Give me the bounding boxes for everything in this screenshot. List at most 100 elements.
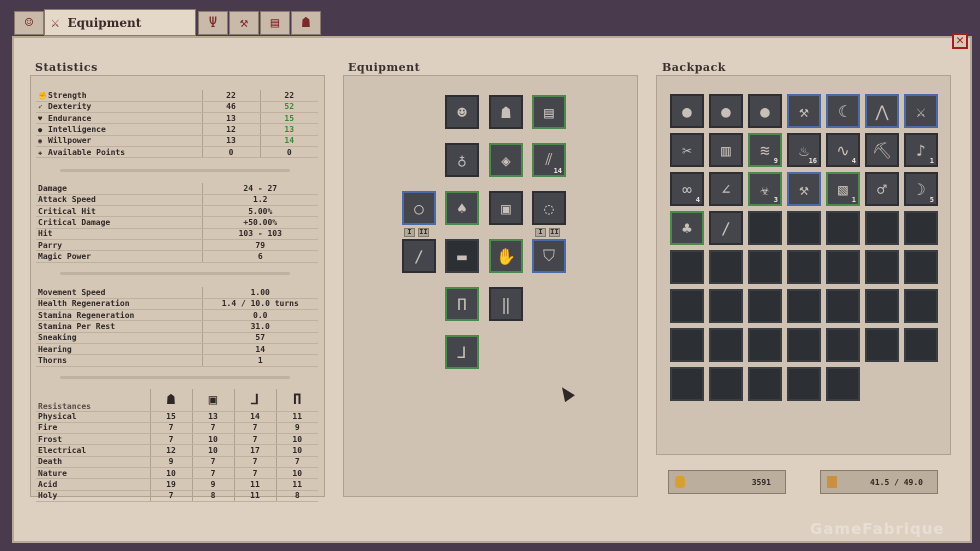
- backpack-item[interactable]: ⛏: [865, 133, 899, 167]
- backpack-item[interactable]: ⚔: [904, 94, 938, 128]
- backpack-item[interactable]: ≋ 9: [748, 133, 782, 167]
- slot-main-hand[interactable]: ∕: [402, 239, 436, 273]
- item-icon: ▥: [721, 140, 731, 160]
- slot-legs[interactable]: Π: [445, 287, 479, 321]
- backpack-item[interactable]: ☽ 5: [904, 172, 938, 206]
- backpack-item[interactable]: ●: [709, 94, 743, 128]
- tab-party[interactable]: ☗: [291, 11, 321, 35]
- backpack-item[interactable]: ∞ 4: [670, 172, 704, 206]
- backpack-slot-empty[interactable]: [670, 367, 704, 401]
- close-button[interactable]: ✕: [952, 33, 968, 49]
- backpack-slot-empty[interactable]: [787, 289, 821, 323]
- slot-amulet[interactable]: ♁: [445, 143, 479, 177]
- item-icon: ▬: [457, 246, 467, 266]
- backpack-slot-empty[interactable]: [826, 250, 860, 284]
- backpack-slot-empty[interactable]: [904, 289, 938, 323]
- backpack-slot-empty[interactable]: [826, 289, 860, 323]
- backpack-item[interactable]: ▥: [709, 133, 743, 167]
- backpack-item[interactable]: ⋀: [865, 94, 899, 128]
- item-icon: ♂: [877, 179, 887, 199]
- weapon-set-toggle[interactable]: I: [535, 228, 546, 237]
- backpack-slot-empty[interactable]: [748, 328, 782, 362]
- backpack-slot-empty[interactable]: [865, 250, 899, 284]
- backpack-slot-empty[interactable]: [904, 328, 938, 362]
- backpack-item[interactable]: ●: [670, 94, 704, 128]
- slot-boots[interactable]: ⅃: [445, 335, 479, 369]
- tab-character[interactable]: ☺: [14, 11, 44, 35]
- backpack-item[interactable]: ♨ 16: [787, 133, 821, 167]
- backpack-slot-empty[interactable]: [904, 211, 938, 245]
- backpack-slot-empty[interactable]: [787, 211, 821, 245]
- misc-stats-table: Movement Speed 1.00 Health Regeneration 1.4…: [36, 287, 318, 367]
- backpack-slot-empty[interactable]: [709, 250, 743, 284]
- tab-journal[interactable]: ▤: [260, 11, 290, 35]
- backpack-slot-empty[interactable]: [670, 289, 704, 323]
- slot-belt[interactable]: ▬: [445, 239, 479, 273]
- stat-row: Critical Damage +50.00%: [36, 216, 318, 229]
- backpack-slot-empty[interactable]: [709, 367, 743, 401]
- backpack-item[interactable]: ∠: [709, 172, 743, 206]
- slot-mask[interactable]: ☻: [445, 95, 479, 129]
- backpack-slot-empty[interactable]: [709, 328, 743, 362]
- slot-bracers[interactable]: ‖: [489, 287, 523, 321]
- backpack-slot-empty[interactable]: [787, 367, 821, 401]
- backpack-item[interactable]: ●: [748, 94, 782, 128]
- backpack-slot-empty[interactable]: [826, 328, 860, 362]
- slot-ring-right[interactable]: ◌: [532, 191, 566, 225]
- backpack-item[interactable]: ☣ 3: [748, 172, 782, 206]
- tab-equipment[interactable]: ⚔ Equipment: [44, 9, 196, 36]
- attribute-label: Dexterity: [48, 102, 92, 112]
- tab-skills[interactable]: Ψ: [198, 11, 228, 35]
- stat-value: 103 - 103: [201, 228, 318, 240]
- item-icon: ●: [721, 101, 731, 121]
- attribute-icon: ●: [38, 126, 43, 135]
- slot-chest[interactable]: ▣: [489, 191, 523, 225]
- slot-arrows[interactable]: ⫽ 14: [532, 143, 566, 177]
- weapon-set-toggle[interactable]: II: [418, 228, 429, 237]
- attribute-icon: ➶: [38, 103, 43, 112]
- backpack-slot-empty[interactable]: [709, 289, 743, 323]
- backpack-item[interactable]: ∕: [709, 211, 743, 245]
- backpack-slot-empty[interactable]: [826, 211, 860, 245]
- backpack-item[interactable]: ∿ 4: [826, 133, 860, 167]
- slot-bag[interactable]: ▤: [532, 95, 566, 129]
- backpack-slot-empty[interactable]: [748, 211, 782, 245]
- item-count: 1: [929, 157, 934, 165]
- backpack-slot-empty[interactable]: [748, 367, 782, 401]
- backpack-slot-empty[interactable]: [748, 289, 782, 323]
- backpack-item[interactable]: ☾: [826, 94, 860, 128]
- backpack-item[interactable]: ⚒: [787, 172, 821, 206]
- stat-row: Movement Speed 1.00: [36, 287, 318, 299]
- backpack-item[interactable]: ♣: [670, 211, 704, 245]
- backpack-slot-empty[interactable]: [670, 250, 704, 284]
- backpack-slot-empty[interactable]: [865, 211, 899, 245]
- backpack-item[interactable]: ⚒: [787, 94, 821, 128]
- slot-pauldrons[interactable]: ◈: [489, 143, 523, 177]
- backpack-item[interactable]: ✂: [670, 133, 704, 167]
- slot-hood[interactable]: ☗: [489, 95, 523, 129]
- weapon-set-toggle[interactable]: I: [404, 228, 415, 237]
- slot-cloak[interactable]: ♠: [445, 191, 479, 225]
- backpack-slot-empty[interactable]: [787, 328, 821, 362]
- backpack-item[interactable]: ▧ 1: [826, 172, 860, 206]
- backpack-item[interactable]: ♪ 1: [904, 133, 938, 167]
- backpack-slot-empty[interactable]: [904, 250, 938, 284]
- backpack-slot-empty[interactable]: [748, 250, 782, 284]
- backpack-slot-empty[interactable]: [865, 289, 899, 323]
- backpack-slot-empty[interactable]: [670, 328, 704, 362]
- slot-gloves[interactable]: ✋: [489, 239, 523, 273]
- backpack-slot-empty[interactable]: [865, 328, 899, 362]
- weapon-set-toggle[interactable]: II: [549, 228, 560, 237]
- backpack-item[interactable]: ♂: [865, 172, 899, 206]
- slot-off-hand[interactable]: ⛉: [532, 239, 566, 273]
- item-icon: ♪: [916, 140, 926, 160]
- item-count: 16: [808, 157, 817, 165]
- item-icon: Π: [457, 294, 467, 314]
- backpack-slot-empty[interactable]: [787, 250, 821, 284]
- resistance-value: 7: [233, 456, 276, 468]
- stat-value: 0.0: [201, 309, 318, 322]
- item-icon: ≋: [760, 140, 770, 160]
- slot-ring-left[interactable]: ○: [402, 191, 436, 225]
- backpack-slot-empty[interactable]: [826, 367, 860, 401]
- tab-crafting[interactable]: ⚒: [229, 11, 259, 35]
